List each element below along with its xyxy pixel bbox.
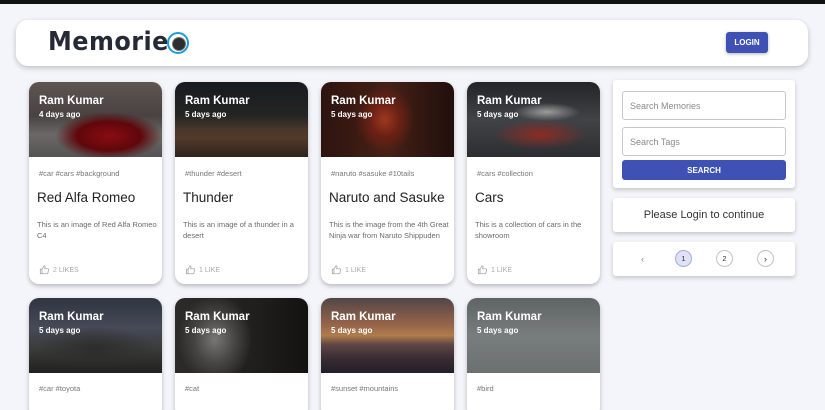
post-time: 5 days ago [477,326,519,335]
thumb-up-icon [331,265,342,275]
search-tags-input[interactable] [622,127,786,156]
post-author: Ram Kumar [39,95,104,107]
post-image[interactable]: Ram Kumar 5 days ago [29,298,162,373]
login-prompt: Please Login to continue [613,198,795,232]
app-bar: Memories LOGIN [16,20,808,66]
post-author: Ram Kumar [185,311,250,323]
post-title: Thunder [183,190,234,205]
post-card[interactable]: Ram Kumar 5 days ago #sunset #mountains [321,298,454,410]
next-page-icon[interactable]: › [757,250,774,267]
post-tags: #bird [477,384,494,393]
post-card[interactable]: Ram Kumar 5 days ago #naruto #sasuke #10… [321,82,454,284]
page-button-2[interactable]: 2 [716,250,733,267]
like-count: 1 LIKE [491,266,513,274]
like-button[interactable]: 1 LIKE [185,265,220,275]
thumb-up-icon [39,265,50,275]
post-image[interactable]: Ram Kumar 4 days ago [29,82,162,157]
like-button[interactable]: 1 LIKE [477,265,512,275]
top-edge [0,0,825,4]
post-tags: #car #toyota [39,384,81,393]
like-count: 1 LIKE [199,266,221,274]
like-button[interactable]: 2 LIKES [39,265,79,275]
post-tags: #thunder #desert [185,169,242,178]
post-card[interactable]: Ram Kumar 5 days ago #cars #collection C… [467,82,600,284]
post-author: Ram Kumar [39,311,104,323]
post-time: 5 days ago [331,326,373,335]
page-button-1[interactable]: 1 [675,250,692,267]
like-count: 2 LIKES [53,266,79,274]
like-button[interactable]: 1 LIKE [331,265,366,275]
post-tags: #car #cars #background [39,169,120,178]
like-count: 1 LIKE [345,266,367,274]
post-card[interactable]: Ram Kumar 5 days ago #cat [175,298,308,410]
post-image[interactable]: Ram Kumar 5 days ago [321,298,454,373]
post-tags: #cars #collection [477,169,533,178]
post-author: Ram Kumar [185,95,250,107]
post-image[interactable]: Ram Kumar 5 days ago [321,82,454,157]
search-panel: SEARCH [613,80,795,188]
camera-lens-icon [167,32,189,54]
brand-title[interactable]: Memories [48,27,184,57]
post-time: 5 days ago [185,110,227,119]
post-author: Ram Kumar [331,311,396,323]
search-memories-input[interactable] [622,91,786,120]
login-button[interactable]: LOGIN [726,32,768,53]
post-title: Cars [475,190,504,205]
post-time: 4 days ago [39,110,81,119]
post-image[interactable]: Ram Kumar 5 days ago [175,298,308,373]
post-title: Red Alfa Romeo [37,190,136,205]
post-author: Ram Kumar [331,95,396,107]
post-card[interactable]: Ram Kumar 4 days ago #car #cars #backgro… [29,82,162,284]
post-author: Ram Kumar [477,95,542,107]
post-title: Naruto and Sasuke [329,190,445,205]
post-message: This is an image of a thunder in a deser… [183,220,294,240]
post-message: This is a collection of cars in the show… [475,220,582,240]
post-card[interactable]: Ram Kumar 5 days ago #bird [467,298,600,410]
post-image[interactable]: Ram Kumar 5 days ago [175,82,308,157]
post-image[interactable]: Ram Kumar 5 days ago [467,82,600,157]
post-tags: #cat [185,384,200,393]
post-time: 5 days ago [185,326,227,335]
post-time: 5 days ago [39,326,81,335]
post-tags: #sunset #mountains [331,384,399,393]
post-message: This is the image from the 4th Great Nin… [329,220,449,240]
previous-page-icon[interactable]: ‹ [634,250,651,267]
post-message: This is an image of Red Alfa Romeo C4 [37,220,157,240]
thumb-up-icon [477,265,488,275]
post-card[interactable]: Ram Kumar 5 days ago #car #toyota [29,298,162,410]
search-button[interactable]: SEARCH [622,160,786,180]
post-author: Ram Kumar [477,311,542,323]
pagination: ‹ 1 2 › [613,242,795,276]
post-time: 5 days ago [477,110,519,119]
post-time: 5 days ago [331,110,373,119]
post-card[interactable]: Ram Kumar 5 days ago #thunder #desert Th… [175,82,308,284]
thumb-up-icon [185,265,196,275]
post-image[interactable]: Ram Kumar 5 days ago [467,298,600,373]
post-tags: #naruto #sasuke #10tails [331,169,415,178]
